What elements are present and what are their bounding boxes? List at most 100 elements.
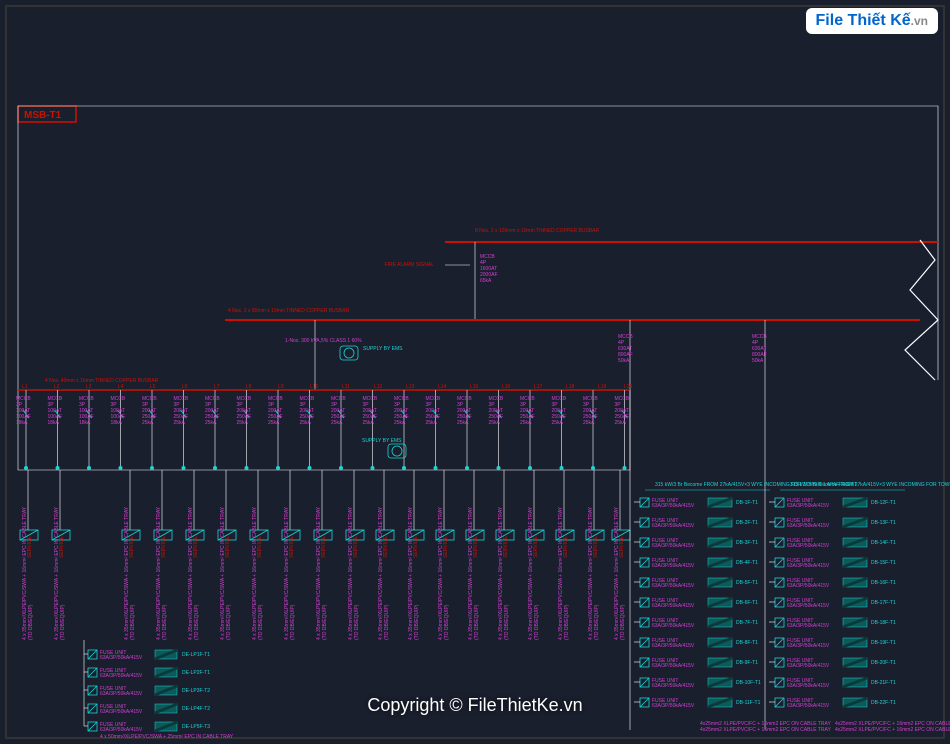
svg-text:63A/3P/50kA/415V: 63A/3P/50kA/415V	[652, 623, 695, 629]
svg-text:63A/3P/50kA/415V: 63A/3P/50kA/415V	[652, 683, 695, 689]
svg-text:25kA: 25kA	[237, 420, 249, 426]
top-busbar-label: 8 Nos. 2 x 100mm x 10mm TINNED COPPER BU…	[475, 228, 599, 234]
fire-alarm-label: FIRE ALARM SIGNAL	[385, 262, 435, 268]
svg-text:DE-LP3F-T2: DE-LP3F-T2	[182, 688, 210, 694]
svg-text:DB-9F-T1: DB-9F-T1	[736, 660, 758, 666]
svg-text:DB-1F-T1: DB-1F-T1	[736, 500, 758, 506]
svg-text:50kA: 50kA	[618, 358, 630, 364]
svg-text:SUPPLY BY EMS: SUPPLY BY EMS	[362, 438, 402, 444]
svg-text:(TO DB/EQUIP): (TO DB/EQUIP)	[354, 604, 360, 640]
svg-text:(TO DB/EQUIP): (TO DB/EQUIP)	[620, 604, 626, 640]
svg-text:L13: L13	[406, 384, 415, 390]
svg-text:63A/3P/50kA/415V: 63A/3P/50kA/415V	[652, 563, 695, 569]
svg-text:63A/3P/50kA/415V: 63A/3P/50kA/415V	[100, 655, 143, 661]
svg-text:DB-21F-T1: DB-21F-T1	[871, 680, 896, 686]
svg-text:63A/3P/50kA/415V: 63A/3P/50kA/415V	[100, 673, 143, 679]
svg-text:25kA: 25kA	[331, 420, 343, 426]
svg-text:L10: L10	[310, 384, 319, 390]
svg-text:L7: L7	[214, 384, 220, 390]
svg-text:63A/3P/50kA/415V: 63A/3P/50kA/415V	[652, 543, 695, 549]
svg-text:18kA: 18kA	[48, 420, 60, 426]
svg-text:25kA: 25kA	[489, 420, 501, 426]
svg-text:DB-18F-T1: DB-18F-T1	[871, 620, 896, 626]
svg-text:L4: L4	[118, 384, 124, 390]
svg-text:DB-16F-T1: DB-16F-T1	[871, 580, 896, 586]
svg-text:DB-19F-T1: DB-19F-T1	[871, 640, 896, 646]
svg-text:DB-8F-T1: DB-8F-T1	[736, 640, 758, 646]
svg-text:DE-LP2F-T1: DE-LP2F-T1	[182, 670, 210, 676]
svg-text:63A/3P/50kA/415V: 63A/3P/50kA/415V	[652, 703, 695, 709]
svg-text:25kA: 25kA	[300, 420, 312, 426]
svg-text:L3: L3	[86, 384, 92, 390]
svg-text:L17: L17	[534, 384, 543, 390]
feeder-group: MCCB3P100AT100AF18kAMCCB3P100AT100AF18kA…	[16, 390, 630, 640]
panel-name: MSB-T1	[24, 110, 62, 121]
svg-text:DB-11F-T1: DB-11F-T1	[736, 700, 761, 706]
svg-text:25kA: 25kA	[583, 420, 595, 426]
svg-text:DB-12F-T1: DB-12F-T1	[871, 500, 896, 506]
svg-text:63A/3P/50kA/415V: 63A/3P/50kA/415V	[100, 709, 143, 715]
svg-text:63A/3P/50kA/415V: 63A/3P/50kA/415V	[652, 663, 695, 669]
svg-text:DB-5F-T1: DB-5F-T1	[736, 580, 758, 586]
svg-text:L9: L9	[278, 384, 284, 390]
svg-text:50kA: 50kA	[752, 358, 764, 364]
svg-text:63A/3P/50kA/415V: 63A/3P/50kA/415V	[787, 523, 830, 529]
svg-text:25kA: 25kA	[363, 420, 375, 426]
svg-text:63A/3P/50kA/415V: 63A/3P/50kA/415V	[652, 503, 695, 509]
mid-busbar-label: 4 Nos. 2 x 80mm x 10mm TINNED COPPER BUS…	[228, 308, 350, 314]
svg-text:63A/3P/50kA/415V: 63A/3P/50kA/415V	[787, 623, 830, 629]
svg-text:L15: L15	[470, 384, 479, 390]
bottom-left-feeders: FUSE UNIT63A/3P/50kA/415VDE-LP1F-T1FUSE …	[84, 640, 234, 740]
svg-text:18kA: 18kA	[16, 420, 28, 426]
svg-text:(TO DB/EQUIP): (TO DB/EQUIP)	[322, 604, 328, 640]
svg-text:63A/3P/50kA/415V: 63A/3P/50kA/415V	[652, 603, 695, 609]
logo-suffix: .vn	[911, 14, 928, 28]
svg-text:DE-LP5F-T3: DE-LP5F-T3	[182, 724, 210, 730]
copyright-text: Copyright © FileThietKe.vn	[367, 695, 582, 716]
svg-text:63A/3P/50kA/415V: 63A/3P/50kA/415V	[787, 503, 830, 509]
svg-text:25kA: 25kA	[394, 420, 406, 426]
schematic-canvas: MSB-T1 8 Nos. 2 x 100mm x 10mm TINNED CO…	[0, 0, 950, 744]
svg-text:(TO DB/EQUIP): (TO DB/EQUIP)	[258, 604, 264, 640]
svg-text:(TO DB/EQUIP): (TO DB/EQUIP)	[564, 604, 570, 640]
svg-text:(TO DB/EQUIP): (TO DB/EQUIP)	[504, 604, 510, 640]
svg-text:L18: L18	[566, 384, 575, 390]
db-stack-left: FUSE UNIT63A/3P/50kA/415VDB-1F-T1FUSE UN…	[634, 498, 761, 709]
svg-text:L19: L19	[598, 384, 607, 390]
svg-text:25kA: 25kA	[457, 420, 469, 426]
svg-text:L8: L8	[246, 384, 252, 390]
svg-text:63A/3P/50kA/415V: 63A/3P/50kA/415V	[787, 643, 830, 649]
svg-text:65kA: 65kA	[480, 278, 492, 284]
svg-text:L2: L2	[54, 384, 60, 390]
svg-text:4x25mm2 XLPE/PVC/FC + 16mm2 EP: 4x25mm2 XLPE/PVC/FC + 16mm2 EPC ON CABLE…	[700, 727, 831, 733]
svg-text:63A/3P/50kA/415V: 63A/3P/50kA/415V	[652, 643, 695, 649]
svg-text:L1: L1	[22, 384, 28, 390]
svg-text:DB-3F-T1: DB-3F-T1	[736, 540, 758, 546]
low-busbar-label: 4 Nos. 40mm x 10mm TINNED COPPER BUSBAR	[45, 378, 159, 384]
svg-text:(TO DB/EQUIP): (TO DB/EQUIP)	[474, 604, 480, 640]
svg-text:DB-20F-T1: DB-20F-T1	[871, 660, 896, 666]
svg-text:(TO DB/EQUIP): (TO DB/EQUIP)	[194, 604, 200, 640]
svg-text:63A/3P/50kA/415V: 63A/3P/50kA/415V	[787, 683, 830, 689]
svg-text:18kA: 18kA	[111, 420, 123, 426]
svg-text:DB-22F-T1: DB-22F-T1	[871, 700, 896, 706]
clamp-spec: 1-Nos. 300 kVA,5% CLASS 1 60%	[285, 338, 362, 344]
logo-brand: File Thiết Kế	[816, 12, 911, 29]
svg-text:DB-17F-T1: DB-17F-T1	[871, 600, 896, 606]
svg-text:(TO DB/EQUIP): (TO DB/EQUIP)	[60, 604, 66, 640]
svg-text:L12: L12	[374, 384, 383, 390]
svg-text:(TO DB/EQUIP): (TO DB/EQUIP)	[28, 604, 34, 640]
svg-text:L14: L14	[438, 384, 447, 390]
svg-text:(TO DB/EQUIP): (TO DB/EQUIP)	[290, 604, 296, 640]
svg-text:(TO DB/EQUIP): (TO DB/EQUIP)	[226, 604, 232, 640]
svg-text:L11: L11	[342, 384, 350, 390]
svg-text:63A/3P/50kA/415V: 63A/3P/50kA/415V	[787, 703, 830, 709]
svg-text:DB-10F-T1: DB-10F-T1	[736, 680, 761, 686]
svg-text:25kA: 25kA	[142, 420, 154, 426]
svg-text:63A/3P/50kA/415V: 63A/3P/50kA/415V	[787, 563, 830, 569]
svg-text:25kA: 25kA	[552, 420, 564, 426]
svg-text:63A/3P/50kA/415V: 63A/3P/50kA/415V	[787, 663, 830, 669]
svg-text:DB-4F-T1: DB-4F-T1	[736, 560, 758, 566]
svg-text:4 x 50mm²/XLPE/PVC/SWA + 25mm²: 4 x 50mm²/XLPE/PVC/SWA + 25mm² EPC IN CA…	[100, 734, 234, 740]
svg-text:DE-LP4F-T2: DE-LP4F-T2	[182, 706, 210, 712]
